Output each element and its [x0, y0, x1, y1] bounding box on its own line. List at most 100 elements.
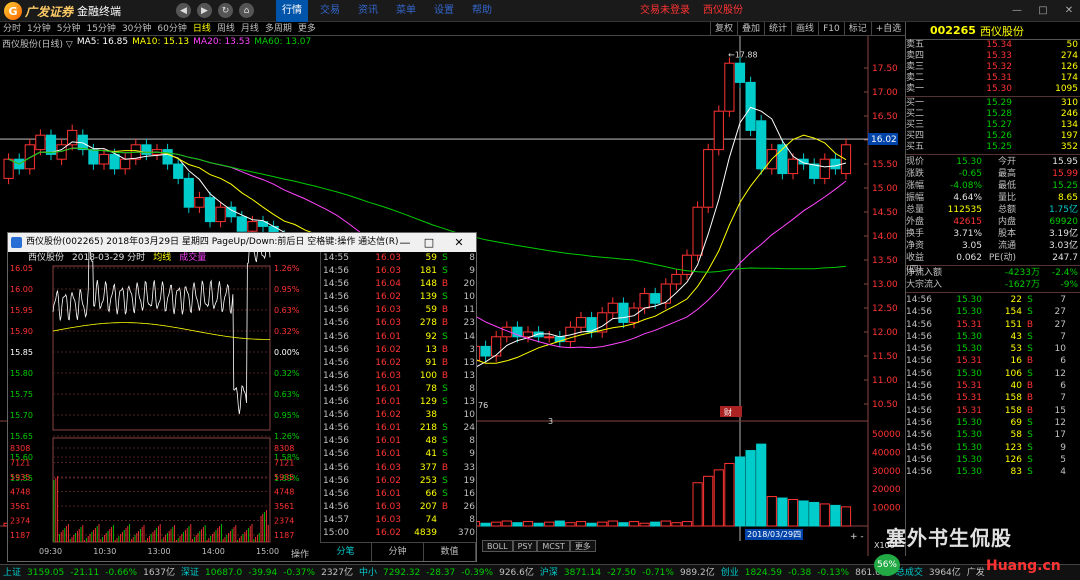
ask-row[interactable]: 卖二 15.31 174	[906, 73, 1080, 84]
toolbar-button-0[interactable]: 复权	[710, 22, 737, 36]
bid-row[interactable]: 买一 15.29 310	[906, 98, 1080, 109]
popup-tick-volume: 78	[425, 383, 437, 394]
ask-price: 15.33	[986, 51, 1012, 61]
popup-tick-side	[437, 527, 453, 540]
popup-close-icon[interactable]: ✕	[448, 233, 470, 252]
candle-body	[173, 163, 184, 179]
period-tab-0[interactable]: 分时	[0, 22, 24, 35]
menu-settings[interactable]: 设置	[428, 0, 460, 22]
popup-tab-2[interactable]: 数值	[424, 543, 476, 561]
popup-tick-time: 14:56	[323, 397, 349, 408]
menu-trade[interactable]: 交易	[314, 0, 346, 22]
candle-body	[575, 317, 587, 328]
candle-body	[745, 81, 756, 131]
indicator-tab-2[interactable]: MCST	[537, 540, 570, 552]
candle-body	[713, 110, 724, 151]
bid-row[interactable]: 买三 15.27 134	[906, 120, 1080, 131]
indicator-tab-3[interactable]: 更多	[569, 540, 596, 552]
intraday-time-label: 09:30	[39, 547, 63, 556]
stat-row: 振幅 4.64% 量比 8.65	[906, 192, 1080, 204]
ma5-label: MA5: 16.85	[76, 37, 129, 47]
menu-market[interactable]: 行情	[276, 0, 308, 22]
toolbar-button-2[interactable]: 统计	[764, 22, 791, 36]
bid-row[interactable]: 买二 15.28 246	[906, 109, 1080, 120]
toolbar-button-5[interactable]: 标记	[843, 22, 871, 36]
product-name: 金融终端	[77, 5, 122, 18]
toolbar-button-4[interactable]: F10	[818, 22, 844, 36]
popup-tab-1[interactable]: 分钟	[372, 543, 424, 561]
popup-minimize-icon[interactable]: —	[394, 233, 416, 252]
period-tab-5[interactable]: 60分钟	[154, 22, 189, 35]
toolbar-button-6[interactable]: +自选	[870, 22, 906, 36]
period-tab-7[interactable]: 周线	[214, 22, 238, 35]
popup-tab-0[interactable]: 分笔	[320, 543, 372, 561]
menu-news[interactable]: 资讯	[352, 0, 384, 22]
popup-tick-count: 24	[463, 423, 475, 434]
home-icon[interactable]: ⌂	[239, 3, 254, 18]
popup-tick-count: 19	[463, 475, 475, 486]
stat-value: 0.062	[956, 253, 982, 263]
period-tab-1[interactable]: 1分钟	[24, 22, 54, 35]
popup-tick-row: 14:56 16.02 13 B 3	[321, 344, 476, 357]
candle-body	[480, 345, 491, 357]
volume-bar	[628, 521, 640, 527]
popup-tick-row: 14:56 16.03 278 B 23	[321, 317, 476, 330]
menu-help[interactable]: 帮助	[466, 0, 498, 22]
minimize-icon[interactable]: —	[1010, 4, 1024, 18]
bid-volume: 197	[1060, 131, 1078, 141]
tick-time: 14:56	[906, 454, 932, 465]
trade-login-status[interactable]: 交易未登录	[640, 0, 690, 22]
bid-row[interactable]: 买四 15.26 197	[906, 131, 1080, 142]
bid-label: 买一	[906, 98, 925, 108]
menu-menu[interactable]: 菜单	[390, 0, 422, 22]
price-tick-label: 13.50	[872, 256, 898, 266]
intraday-window-titlebar[interactable]: 西仪股份(002265) 2018年03月29日 星期四 PageUp/Down…	[8, 233, 476, 252]
period-tab-10[interactable]: 更多	[295, 22, 319, 35]
period-tab-3[interactable]: 15分钟	[83, 22, 118, 35]
popup-tick-count: 9	[469, 449, 475, 460]
period-tab-2[interactable]: 5分钟	[54, 22, 84, 35]
tick-row: 14:56 15.30 53 S 10	[906, 343, 1080, 355]
tick-price: 15.30	[956, 454, 982, 465]
candle-body	[109, 153, 120, 170]
popup-tick-list[interactable]: 14:55 16.03 59 S 8 14:56 16.03 181 S 9 14:56 16.04 1…	[320, 252, 476, 542]
period-tab-6[interactable]: 日线	[190, 22, 214, 35]
maximize-icon[interactable]: □	[1036, 4, 1050, 18]
close-icon[interactable]: ✕	[1062, 4, 1076, 18]
flow-amount: -4233万	[1004, 268, 1040, 278]
popup-maximize-icon[interactable]: □	[418, 233, 440, 252]
status-item: 926.6亿	[499, 568, 534, 578]
indicator-tab-0[interactable]: BOLL	[482, 540, 513, 552]
bid-row[interactable]: 买五 15.25 352	[906, 142, 1080, 153]
popup-tick-price: 16.01	[375, 436, 401, 447]
back-arrow-icon[interactable]: ◀	[176, 3, 191, 18]
refresh-icon[interactable]: ↻	[218, 3, 233, 18]
quote-stats: 现价 15.30 今开 15.95 涨跌 -0.65 最高 15.99 涨幅 -4.08% 最低 15…	[906, 156, 1080, 275]
ask-volume: 274	[1060, 51, 1078, 61]
forward-arrow-icon[interactable]: ▶	[197, 3, 212, 18]
period-tab-9[interactable]: 多周期	[262, 22, 295, 35]
bid-volume: 352	[1060, 142, 1078, 152]
operation-button[interactable]: 操作	[291, 547, 309, 560]
popup-tick-price: 16.01	[375, 397, 401, 408]
period-tab-8[interactable]: 月线	[238, 22, 262, 35]
ask-row[interactable]: 卖四 15.33 274	[906, 51, 1080, 62]
intraday-window[interactable]: 西仪股份(002265) 2018年03月29日 星期四 PageUp/Down…	[7, 232, 477, 562]
stat-value: 15.99	[1052, 169, 1078, 179]
period-tab-4[interactable]: 30分钟	[119, 22, 154, 35]
intraday-chart[interactable]: 16.202.21%16.151.89%16.101.58%16.051.26%…	[8, 252, 318, 547]
popup-tick-time: 14:56	[323, 318, 349, 329]
ask-label: 卖一	[906, 84, 925, 94]
tick-list[interactable]: 14:56 15.30 22 S 7 14:56 15.30 154 S 27 14:56 15.31…	[906, 294, 1080, 478]
indicator-tab-1[interactable]: PSY	[512, 540, 538, 552]
intraday-avg-legend: 均线	[153, 253, 172, 263]
popup-tick-side: B	[441, 370, 449, 381]
tick-side: B	[1026, 319, 1034, 330]
popup-tick-price: 16.02	[375, 527, 401, 538]
toolbar-button-1[interactable]: 叠加	[737, 22, 764, 36]
ask-row[interactable]: 卖五 15.34 50	[906, 40, 1080, 51]
ask-row[interactable]: 卖一 15.30 1095	[906, 84, 1080, 95]
tick-volume: 22	[1010, 295, 1022, 305]
ask-row[interactable]: 卖三 15.32 126	[906, 62, 1080, 73]
toolbar-button-3[interactable]: 画线	[791, 22, 818, 36]
